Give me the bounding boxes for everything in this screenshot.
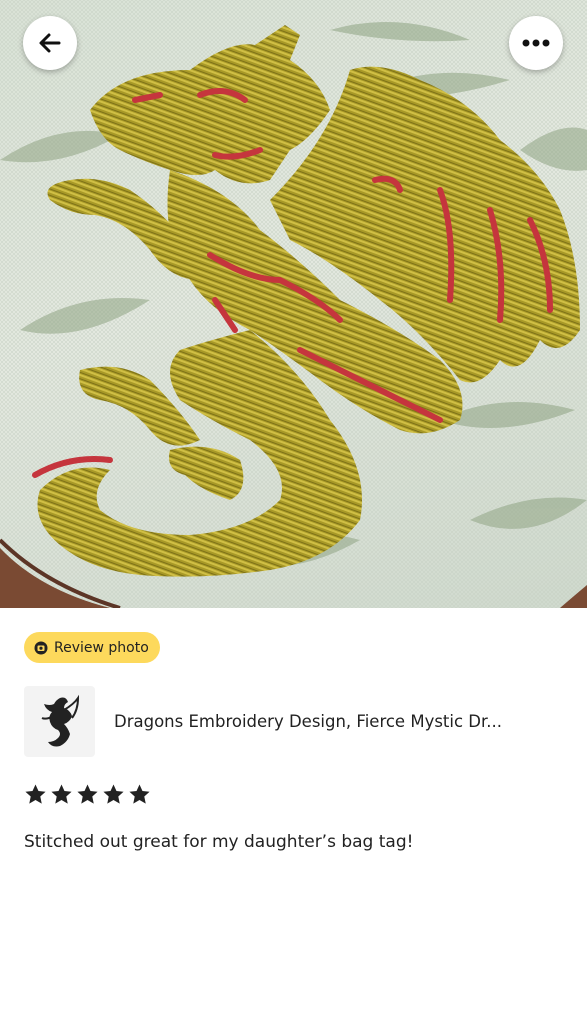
review-text: Stitched out great for my daughter’s bag… (24, 832, 414, 852)
star-icon (25, 784, 46, 804)
badge-label: Review photo (54, 639, 149, 656)
review-photo-badge: Review photo (24, 632, 160, 663)
review-photo[interactable] (0, 0, 587, 608)
star-icon (77, 784, 98, 804)
back-button[interactable] (23, 16, 77, 70)
star-icon (103, 784, 124, 804)
more-options-button[interactable] (509, 16, 563, 70)
star-icon (129, 784, 150, 804)
embroidered-dragon-image (0, 0, 587, 608)
star-icon (51, 784, 72, 804)
listing-link[interactable]: Dragons Embroidery Design, Fierce Mystic… (24, 686, 564, 757)
photo-badge-icon (34, 641, 48, 655)
more-horizontal-icon (522, 39, 550, 47)
star-rating (24, 783, 151, 806)
dragon-thumbnail-icon (41, 694, 79, 746)
listing-title[interactable]: Dragons Embroidery Design, Fierce Mystic… (114, 712, 564, 731)
listing-thumbnail[interactable] (24, 686, 95, 757)
arrow-left-icon (39, 33, 61, 53)
